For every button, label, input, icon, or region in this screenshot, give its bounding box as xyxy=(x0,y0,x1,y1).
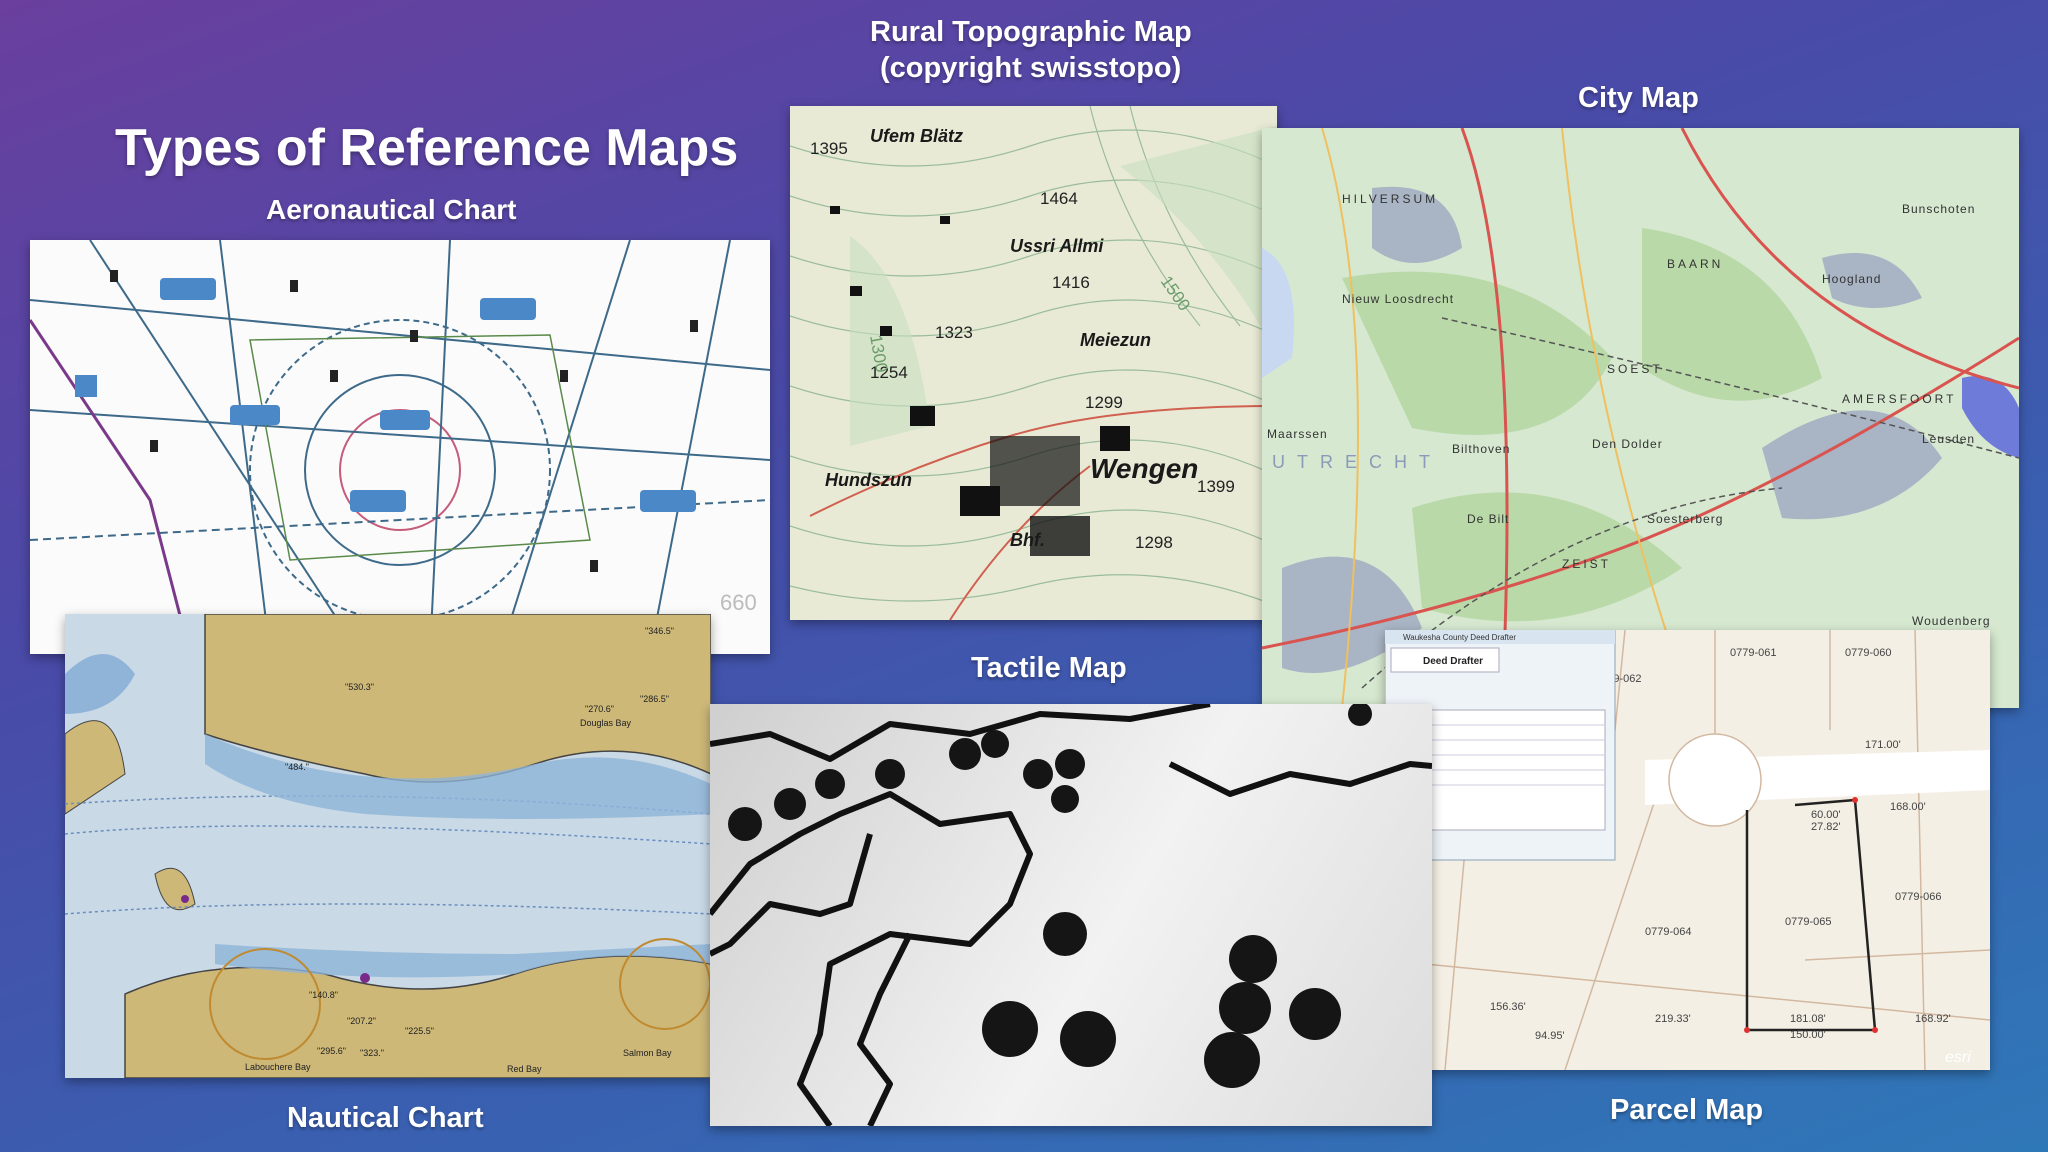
tactile-map-label: Tactile Map xyxy=(971,652,1127,684)
city-place: SOEST xyxy=(1607,362,1663,376)
nautical-sounding: "225.5" xyxy=(405,1026,434,1036)
topo-elevation: 1299 xyxy=(1085,393,1123,412)
nautical-sounding: "286.5" xyxy=(640,694,669,704)
topo-place-ussri-allmi: Ussri Allmi xyxy=(1010,236,1104,256)
topo-contour-label: 1500 xyxy=(1157,272,1194,314)
nautical-chart-label: Nautical Chart xyxy=(287,1102,484,1134)
parcel-dimension: 150.00' xyxy=(1790,1029,1826,1041)
city-place: Maarssen xyxy=(1267,427,1328,441)
topo-place-ufem-blatz: Ufem Blätz xyxy=(870,126,963,146)
city-place: BAARN xyxy=(1667,257,1723,271)
city-place: Soesterberg xyxy=(1647,512,1723,526)
city-place: HILVERSUM xyxy=(1342,192,1438,206)
nautical-sounding: "323." xyxy=(360,1048,384,1058)
parcel-dimension: 171.00' xyxy=(1865,739,1901,751)
city-place: Hoogland xyxy=(1822,272,1881,286)
nautical-sounding: "530.3" xyxy=(345,682,374,692)
city-place: Bunschoten xyxy=(1902,202,1975,216)
city-place: De Bilt xyxy=(1467,512,1509,526)
topo-elevation: 1464 xyxy=(1040,189,1078,208)
parcel-id: 0779-064 xyxy=(1645,926,1692,938)
aeronautical-chart-label: Aeronautical Chart xyxy=(266,194,517,225)
parcel-id: 0779-060 xyxy=(1845,647,1892,659)
topo-place-hundszun: Hundszun xyxy=(825,470,912,490)
nautical-sounding: "484." xyxy=(285,762,309,772)
topo-elevation: 1399 xyxy=(1197,477,1235,496)
aeronautical-chart-image: 660 xyxy=(30,240,770,654)
topo-place-wengen: Wengen xyxy=(1090,453,1198,484)
parcel-dimension: 94.95' xyxy=(1535,1030,1565,1042)
parcel-dimension: 156.36' xyxy=(1490,1001,1526,1013)
parcel-id: 0779-065 xyxy=(1785,916,1832,928)
topo-place-meiezun: Meiezun xyxy=(1080,330,1151,350)
city-place: ZEIST xyxy=(1562,557,1611,571)
topographic-map-label-line2: (copyright swisstopo) xyxy=(880,52,1182,84)
deed-drafter-window-title: Waukesha County Deed Drafter xyxy=(1403,633,1516,642)
city-map-image: HILVERSUM BAARN Bunschoten Hoogland AMER… xyxy=(1262,128,2019,708)
nautical-place: Douglas Bay xyxy=(580,718,632,728)
city-place: Den Dolder xyxy=(1592,437,1663,451)
deed-drafter-panel-title: Deed Drafter xyxy=(1423,656,1483,667)
city-region-label: UTRECHT xyxy=(1272,452,1442,472)
parcel-dimension: 27.82' xyxy=(1811,821,1841,833)
parcel-dimension: 168.00' xyxy=(1890,801,1926,813)
city-place: Nieuw Loosdrecht xyxy=(1342,292,1454,306)
topo-elevation: 1395 xyxy=(810,139,848,158)
nautical-sounding: "207.2" xyxy=(347,1016,376,1026)
parcel-dimension: 60.00' xyxy=(1811,809,1841,821)
nautical-place: Labouchere Bay xyxy=(245,1062,311,1072)
parcel-map-label: Parcel Map xyxy=(1610,1094,1764,1126)
topo-elevation: 1416 xyxy=(1052,273,1090,292)
topographic-map-label-line1: Rural Topographic Map xyxy=(870,16,1192,48)
nautical-sounding: "140.8" xyxy=(309,990,338,1000)
nautical-sounding: "270.6" xyxy=(585,704,614,714)
city-place: Bilthoven xyxy=(1452,442,1510,456)
city-map-label: City Map xyxy=(1578,82,1699,114)
parcel-id: 0779-066 xyxy=(1895,891,1942,903)
city-place: AMERSFOORT xyxy=(1842,392,1956,406)
nautical-sounding: "346.5" xyxy=(645,626,674,636)
topo-place-bhf: Bhf. xyxy=(1010,530,1045,550)
parcel-dimension: 181.08' xyxy=(1790,1013,1826,1025)
parcel-map-image: 0779-061 0779-060 0779-062 0779-064 0779… xyxy=(1385,630,1990,1070)
city-place: Woudenberg xyxy=(1912,614,1991,628)
parcel-id: 0779-061 xyxy=(1730,647,1777,659)
city-place: Leusden xyxy=(1922,432,1975,446)
topo-elevation: 1323 xyxy=(935,323,973,342)
esri-watermark: esri xyxy=(1945,1049,1971,1066)
nautical-chart-image: "530.3" "484." "270.6" "286.5" "346.5" "… xyxy=(65,614,711,1078)
topographic-map-image: Ufem Blätz Ussri Allmi Meiezun Wengen Hu… xyxy=(790,106,1277,620)
nautical-place: Salmon Bay xyxy=(623,1048,672,1058)
nautical-sounding: "295.6" xyxy=(317,1046,346,1056)
aeronautical-number: 660 xyxy=(720,590,757,615)
topo-elevation: 1298 xyxy=(1135,533,1173,552)
nautical-place: Red Bay xyxy=(507,1064,542,1074)
parcel-dimension: 168.92' xyxy=(1915,1013,1951,1025)
slide-title: Types of Reference Maps xyxy=(115,119,739,177)
parcel-dimension: 219.33' xyxy=(1655,1013,1691,1025)
tactile-map-image xyxy=(710,704,1432,1126)
